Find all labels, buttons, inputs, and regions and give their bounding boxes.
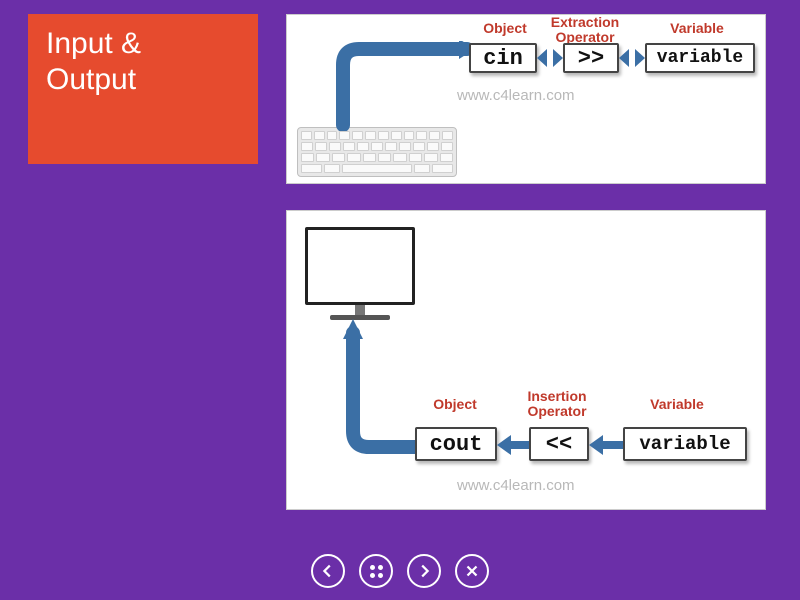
label-insertion-operator: Insertion Operator <box>517 389 597 418</box>
nav-next-button[interactable] <box>407 554 441 588</box>
arrow-left-icon <box>319 562 337 580</box>
flow-arrow-cout-to-monitor <box>343 319 423 459</box>
cin-diagram-panel: Object Extraction Operator Variable cin … <box>286 14 766 184</box>
nav-close-button[interactable] <box>455 554 489 588</box>
arrow-left-1 <box>497 435 529 455</box>
flow-arrow-keyboard-to-cin <box>335 41 475 131</box>
cout-diagram-panel: Object Insertion Operator Variable cout … <box>286 210 766 510</box>
arrow-left-2 <box>589 435 623 455</box>
label-object: Object <box>475 21 535 36</box>
nav-grid-button[interactable] <box>359 554 393 588</box>
box-variable-in: variable <box>645 43 755 73</box>
title-card: Input & Output <box>28 14 258 164</box>
watermark-bottom: www.c4learn.com <box>457 477 575 494</box>
title-line2: Output <box>46 63 136 96</box>
keyboard-icon <box>297 127 457 177</box>
connector-arrow-1 <box>537 47 563 69</box>
close-icon <box>463 562 481 580</box>
label-variable: Variable <box>657 21 737 36</box>
connector-arrow-2 <box>619 47 645 69</box>
nav-prev-button[interactable] <box>311 554 345 588</box>
box-variable-out: variable <box>623 427 747 461</box>
label-extraction-operator: Extraction Operator <box>545 15 625 44</box>
slide-navbar <box>0 554 800 588</box>
label-variable-out: Variable <box>637 397 717 412</box>
grid-icon <box>370 565 383 578</box>
box-extraction-op: >> <box>563 43 619 73</box>
label-object-out: Object <box>425 397 485 412</box>
arrow-right-icon <box>415 562 433 580</box>
box-insertion-op: << <box>529 427 589 461</box>
monitor-icon <box>305 227 415 320</box>
box-cin: cin <box>469 43 537 73</box>
title-line1: Input & <box>46 27 141 60</box>
box-cout: cout <box>415 427 497 461</box>
watermark-top: www.c4learn.com <box>457 87 575 104</box>
